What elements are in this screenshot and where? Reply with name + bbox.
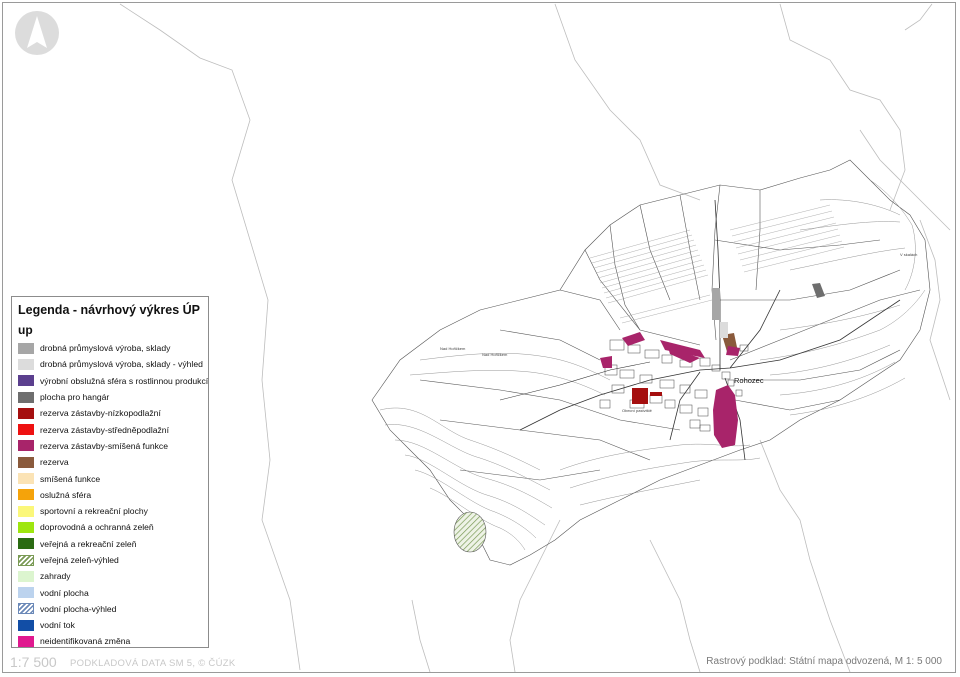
legend-swatch — [18, 424, 34, 436]
rail-line — [499, 361, 651, 401]
legend-label: vodní tok — [40, 620, 75, 631]
legend-item: plocha pro hangár — [18, 389, 202, 405]
forest-hatched-area — [453, 511, 487, 553]
legend-swatch — [18, 619, 34, 631]
legend-label: rezerva zástavby-středněpodlažní — [40, 424, 169, 435]
legend-swatch — [18, 538, 34, 550]
legend-item: rezerva zástavby-smíšená funkce — [18, 438, 202, 454]
zone-production-outlook[interactable] — [720, 322, 728, 338]
legend-swatch — [18, 521, 34, 533]
legend-subtitle: up — [18, 323, 33, 337]
legend-item: neidentifikovaná změna — [18, 633, 202, 649]
legend-swatch — [18, 489, 34, 501]
map-label: Nad Hořičkem — [482, 352, 508, 357]
legend-swatch — [18, 456, 34, 468]
legend-swatch — [18, 635, 34, 647]
legend-label: sportovní a rekreační plochy — [40, 506, 148, 517]
legend-swatch — [18, 554, 34, 566]
legend-item: sportovní a rekreační plochy — [18, 503, 202, 519]
legend-item: smíšená funkce — [18, 470, 202, 486]
legend-label: smíšená funkce — [40, 473, 101, 484]
cadastral-area — [371, 159, 931, 566]
legend-swatch — [18, 587, 34, 599]
legend-item: veřejná zeleň-výhled — [18, 552, 202, 568]
roads — [519, 199, 901, 461]
legend-item: vodní plocha-výhled — [18, 601, 202, 617]
legend-item: výrobní obslužná sféra s rostlinnou prod… — [18, 373, 208, 389]
legend-swatch — [18, 342, 34, 354]
map-label: Nad Hořičkem — [440, 346, 466, 351]
legend-item: vodní tok — [18, 617, 202, 633]
legend-label: drobná průmyslová výroba, sklady — [40, 343, 171, 354]
contour-lines — [379, 179, 926, 551]
legend-swatch — [18, 505, 34, 517]
zone-low-rise-reserve[interactable] — [650, 392, 662, 396]
raster-source-label: Rastrový podklad: Státní mapa odvozená, … — [706, 656, 942, 667]
legend-label: neidentifikovaná změna — [40, 636, 131, 647]
legend-label: rezerva zástavby-nízkopodlažní — [40, 408, 161, 419]
map-label: V skalách — [900, 252, 918, 257]
legend-label: plocha pro hangár — [40, 392, 110, 403]
scale-label: 1:7 500 — [10, 654, 57, 670]
legend-swatch — [18, 440, 34, 452]
legend-item: rezerva zástavby-nízkopodlažní — [18, 405, 202, 421]
legend-label: vodní plocha-výhled — [40, 603, 117, 614]
legend-item: doprovodná a ochranná zeleň — [18, 519, 202, 535]
legend-label: vodní plocha — [40, 587, 89, 598]
zone-mixed-function[interactable] — [600, 356, 612, 368]
zone-mixed-function[interactable] — [713, 385, 738, 448]
legend-label: výrobní obslužná sféra s rostlinnou prod… — [40, 375, 209, 386]
zone-low-rise-reserve[interactable] — [632, 388, 648, 404]
legend-swatch — [18, 473, 34, 485]
legend-swatch — [18, 358, 34, 370]
legend-item: veřejná a rekreační zeleň — [18, 536, 202, 552]
legend-swatch — [18, 391, 34, 403]
legend-swatch — [18, 407, 34, 419]
legend-item: rezerva — [18, 454, 202, 470]
legend-list: drobná průmyslová výroba, sklady drobná p… — [18, 340, 208, 650]
legend-item: osluž­ná sféra — [18, 487, 202, 503]
legend-label: zahrady — [40, 571, 71, 582]
legend-title: Legenda - návrhový výkres ÚP — [18, 303, 201, 317]
legend-item: vodní plocha — [18, 584, 202, 600]
legend-label: rezerva — [40, 457, 69, 468]
legend-item: zahrady — [18, 568, 202, 584]
legend-label: doprovodná a ochranná zeleň — [40, 522, 154, 533]
legend-label: drobná průmyslová výroba, sklady - výhle… — [40, 359, 203, 370]
legend-item: drobná průmyslová výroba, sklady - výhle… — [18, 356, 203, 372]
legend-panel: Legenda - návrhový výkres ÚP up drobná p… — [11, 296, 209, 648]
legend-item: drobná průmyslová výroba, sklady — [18, 340, 202, 356]
data-source-label: PODKLADOVÁ DATA SM 5, © ČÚZK — [70, 658, 236, 669]
north-arrow-icon — [15, 11, 59, 55]
zone-mixed-function[interactable] — [622, 332, 645, 346]
legend-swatch — [18, 603, 34, 615]
legend-item: rezerva zástavby-středněpodlažní — [18, 421, 202, 437]
legend-label: veřejná zeleň-výhled — [40, 555, 119, 565]
zone-mixed-function[interactable] — [726, 346, 740, 356]
legend-swatch — [18, 375, 34, 387]
legend-label: rezerva zástavby-smíšená funkce — [40, 440, 169, 451]
cadastral-boundaries — [119, 3, 951, 673]
legend-swatch — [18, 570, 34, 582]
zone-production[interactable] — [712, 288, 720, 320]
map-label: Obecní pastviště — [622, 408, 652, 413]
legend-label: osluž­ná sféra — [40, 489, 92, 500]
town-label: Rohozec — [734, 376, 764, 385]
legend-label: veřejná a rekreační zeleň — [40, 538, 137, 549]
